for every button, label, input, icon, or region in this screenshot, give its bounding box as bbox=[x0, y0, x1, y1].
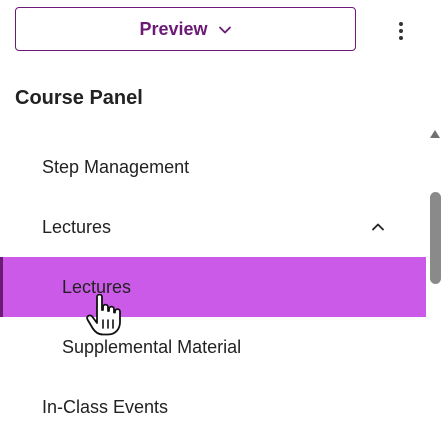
course-panel-view: Preview Course Panel Step Management Lec… bbox=[0, 0, 444, 429]
scroll-up-arrow[interactable] bbox=[428, 128, 442, 140]
preview-button[interactable]: Preview bbox=[15, 7, 356, 51]
preview-button-label: Preview bbox=[139, 18, 208, 39]
nav-item-label: Lectures bbox=[62, 276, 132, 297]
course-nav: Step Management Lectures Lectures Supple… bbox=[0, 137, 426, 429]
nav-item-lectures[interactable]: Lectures bbox=[0, 257, 426, 317]
more-vertical-icon-dot bbox=[399, 22, 403, 26]
nav-item-lectures-group[interactable]: Lectures bbox=[0, 197, 426, 257]
nav-item-step-management[interactable]: Step Management bbox=[0, 137, 426, 197]
nav-item-label: In-Class Events bbox=[42, 396, 169, 417]
nav-item-label: Step Management bbox=[42, 156, 190, 177]
nav-item-supplemental-material[interactable]: Supplemental Material bbox=[0, 317, 426, 377]
more-vertical-icon-dot bbox=[399, 36, 403, 40]
nav-item-label: Supplemental Material bbox=[62, 336, 242, 357]
nav-item-label: Lectures bbox=[42, 216, 112, 237]
scrollbar-thumb[interactable] bbox=[430, 192, 441, 284]
panel-title: Course Panel bbox=[15, 87, 143, 109]
more-options-button[interactable] bbox=[390, 17, 412, 45]
chevron-up-icon[interactable] bbox=[370, 219, 386, 235]
more-vertical-icon-dot bbox=[399, 29, 403, 33]
chevron-down-icon bbox=[218, 23, 232, 37]
nav-item-in-class-events[interactable]: In-Class Events bbox=[0, 377, 426, 429]
